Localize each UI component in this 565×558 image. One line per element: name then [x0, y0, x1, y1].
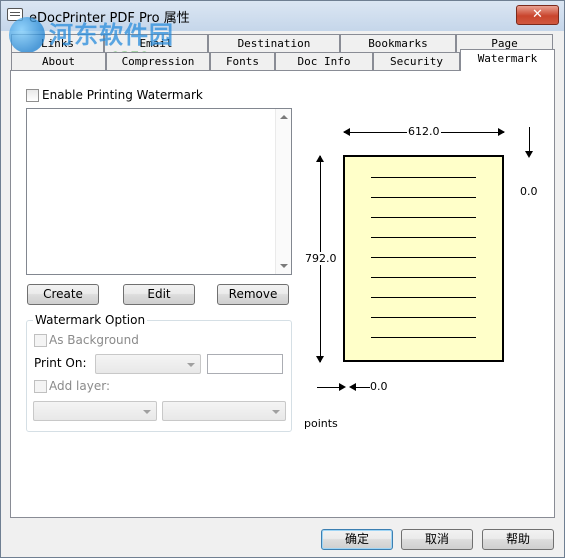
offset-y-value: 0.0 [520, 185, 538, 198]
enable-watermark-checkbox[interactable] [26, 89, 39, 102]
tab-fonts[interactable]: Fonts [210, 52, 275, 70]
page-width-value: 612.0 [407, 125, 441, 138]
tab-compression[interactable]: Compression [106, 52, 210, 70]
add-layer-checkbox[interactable] [34, 380, 47, 393]
remove-button[interactable]: Remove [217, 284, 289, 305]
ok-button[interactable]: 确定 [321, 529, 393, 550]
add-layer-label[interactable]: Add layer: [49, 379, 110, 393]
preview-text-line [371, 317, 476, 318]
tab-about[interactable]: About [11, 52, 106, 70]
watermark-list-scrollbar[interactable] [275, 109, 291, 274]
chevron-down-icon [272, 410, 280, 414]
preview-text-line [371, 337, 476, 338]
enable-watermark-label[interactable]: Enable Printing Watermark [42, 88, 203, 102]
watermark-option-group: Watermark Option As Background Print On:… [26, 313, 292, 432]
close-button[interactable]: ✕ [516, 5, 559, 25]
offset-x-line-right [356, 387, 370, 388]
watermark-list[interactable] [26, 108, 292, 275]
offset-x-value: 0.0 [370, 380, 388, 393]
layer-select-2[interactable] [162, 401, 286, 421]
arrow-down-icon [525, 151, 533, 158]
arrow-left-icon [349, 383, 356, 391]
tab-bookmarks[interactable]: Bookmarks [340, 34, 456, 52]
page-preview [343, 155, 504, 362]
arrow-up-icon [316, 155, 324, 162]
print-on-select[interactable] [95, 354, 201, 374]
scroll-down-icon[interactable] [280, 264, 288, 268]
arrow-down-icon [316, 356, 324, 363]
page-height-value: 792.0 [304, 252, 338, 265]
watermark-option-title: Watermark Option [33, 313, 148, 327]
tab-security[interactable]: Security [373, 52, 460, 70]
tab-doc-info[interactable]: Doc Info [275, 52, 373, 70]
arrow-right-icon [498, 128, 505, 136]
arrow-left-icon [343, 128, 350, 136]
tab-watermark[interactable]: Watermark [460, 49, 555, 71]
print-on-input[interactable] [207, 354, 283, 374]
scroll-up-icon[interactable] [280, 115, 288, 119]
chevron-down-icon [187, 363, 195, 367]
printer-icon [7, 8, 23, 21]
preview-text-line [371, 237, 476, 238]
watermark-panel: Enable Printing Watermark Create Edit Re… [10, 70, 555, 518]
layer-select-1[interactable] [33, 401, 157, 421]
units-label: points [304, 417, 338, 430]
as-background-label[interactable]: As Background [49, 333, 139, 347]
cancel-button[interactable]: 取消 [401, 529, 473, 550]
edit-button[interactable]: Edit [123, 284, 195, 305]
preview-text-line [371, 257, 476, 258]
print-on-label: Print On: [34, 356, 87, 370]
title-bar[interactable]: eDocPrinter PDF Pro 属性 ✕ [1, 1, 564, 31]
create-button[interactable]: Create [27, 284, 99, 305]
tab-email[interactable]: Email [104, 34, 208, 52]
dialog-body: Links Email Destination Bookmarks Page A… [1, 31, 564, 557]
chevron-down-icon [143, 410, 151, 414]
help-button[interactable]: 帮助 [482, 529, 554, 550]
preview-text-line [371, 297, 476, 298]
preview-text-line [371, 197, 476, 198]
tab-destination[interactable]: Destination [208, 34, 340, 52]
window-title: eDocPrinter PDF Pro 属性 [29, 11, 190, 26]
tab-links[interactable]: Links [11, 34, 104, 52]
offset-y-line [529, 127, 530, 153]
preview-text-line [371, 217, 476, 218]
preview-text-line [371, 177, 476, 178]
preview-text-line [371, 277, 476, 278]
properties-window: eDocPrinter PDF Pro 属性 ✕ Links Email Des… [0, 0, 565, 558]
as-background-checkbox[interactable] [34, 334, 47, 347]
arrow-right-icon [339, 383, 346, 391]
